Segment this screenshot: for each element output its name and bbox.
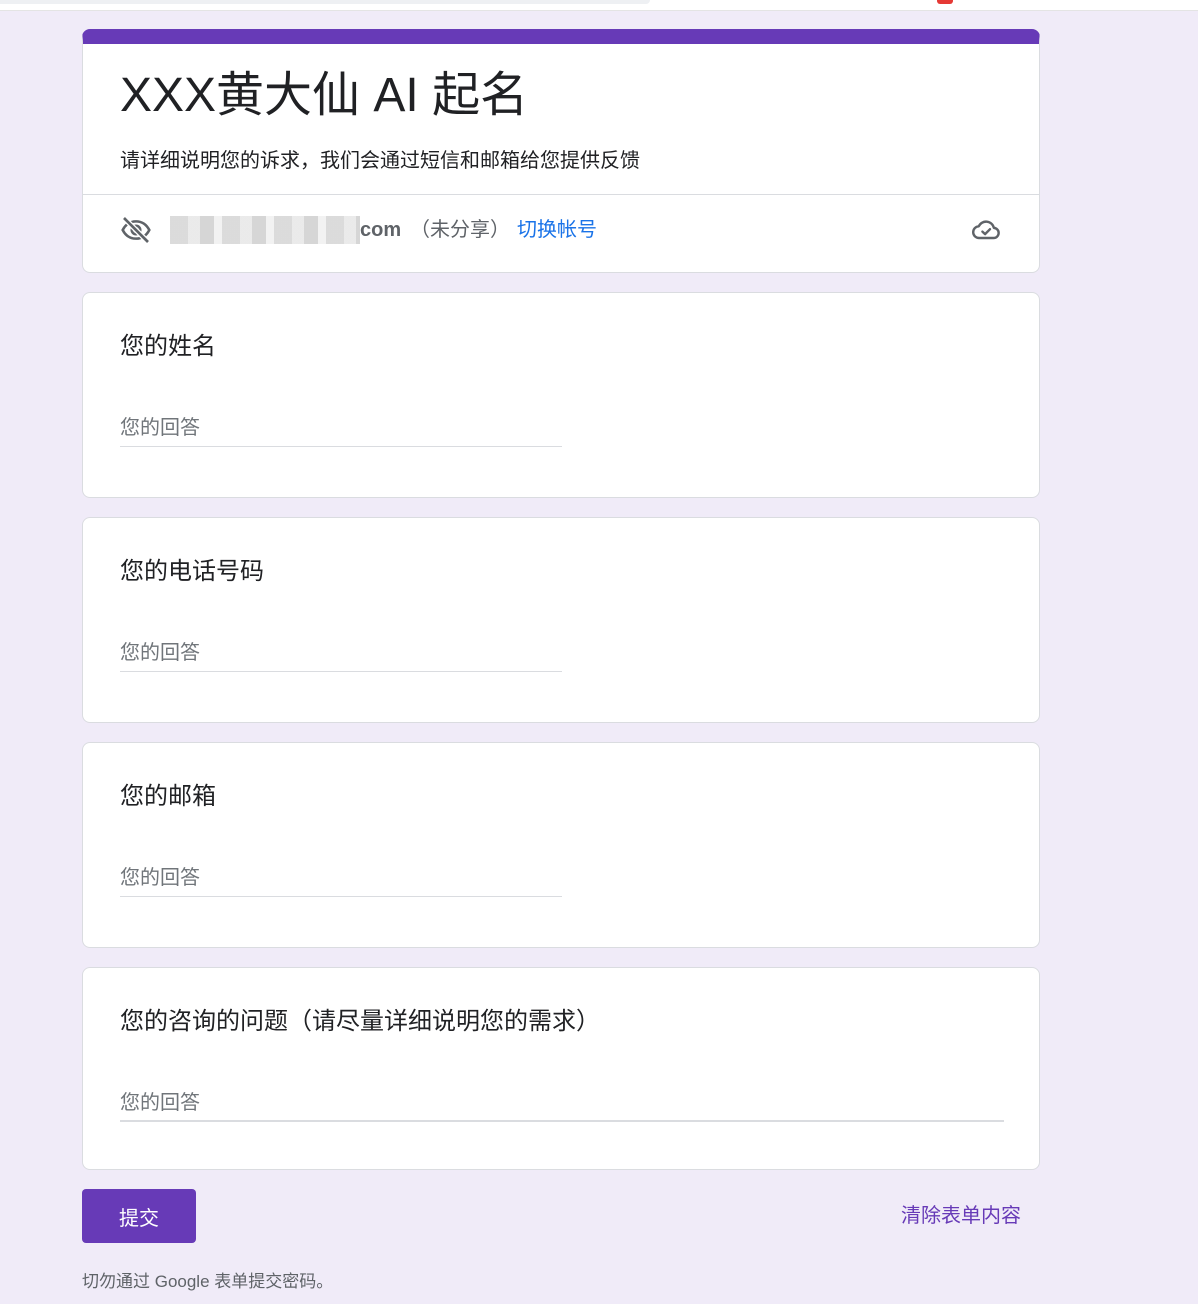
submit-button[interactable]: 提交 bbox=[82, 1189, 196, 1243]
extension-icon[interactable] bbox=[937, 0, 953, 4]
email-suffix: com bbox=[360, 219, 402, 241]
question-title: 您的姓名 bbox=[120, 333, 216, 360]
form-description: 请详细说明您的诉求，我们会通过短信和邮箱给您提供反馈 bbox=[120, 150, 640, 172]
share-status: （未分享） bbox=[410, 219, 510, 241]
redacted-email bbox=[170, 216, 360, 244]
question-card-name: 您的姓名 bbox=[82, 292, 1040, 498]
email-input[interactable] bbox=[120, 861, 562, 897]
question-card-email: 您的邮箱 bbox=[82, 742, 1040, 948]
browser-chrome-strip bbox=[0, 0, 1198, 11]
account-row: com （未分享） 切换帐号 bbox=[120, 212, 1002, 248]
cloud-done-icon bbox=[970, 214, 1002, 246]
address-bar-edge[interactable] bbox=[0, 0, 650, 4]
form-title: XXX黄大仙 AI 起名 bbox=[120, 69, 529, 122]
question-title: 您的电话号码 bbox=[120, 558, 264, 585]
question-title: 您的咨询的问题（请尽量详细说明您的需求） bbox=[120, 1008, 600, 1035]
question-card-inquiry: 您的咨询的问题（请尽量详细说明您的需求） bbox=[82, 967, 1040, 1170]
password-warning: 切勿通过 Google 表单提交密码。 bbox=[82, 1272, 334, 1291]
name-input[interactable] bbox=[120, 411, 562, 447]
question-title: 您的邮箱 bbox=[120, 783, 216, 810]
question-card-phone: 您的电话号码 bbox=[82, 517, 1040, 723]
eye-off-icon bbox=[120, 214, 152, 246]
header-divider bbox=[83, 194, 1039, 195]
clear-form-button[interactable]: 清除表单内容 bbox=[901, 1201, 1021, 1231]
switch-account-link[interactable]: 切换帐号 bbox=[517, 217, 597, 243]
inquiry-input[interactable] bbox=[120, 1086, 1004, 1122]
form-header-card: XXX黄大仙 AI 起名 请详细说明您的诉求，我们会通过短信和邮箱给您提供反馈 … bbox=[82, 29, 1040, 273]
phone-input[interactable] bbox=[120, 636, 562, 672]
